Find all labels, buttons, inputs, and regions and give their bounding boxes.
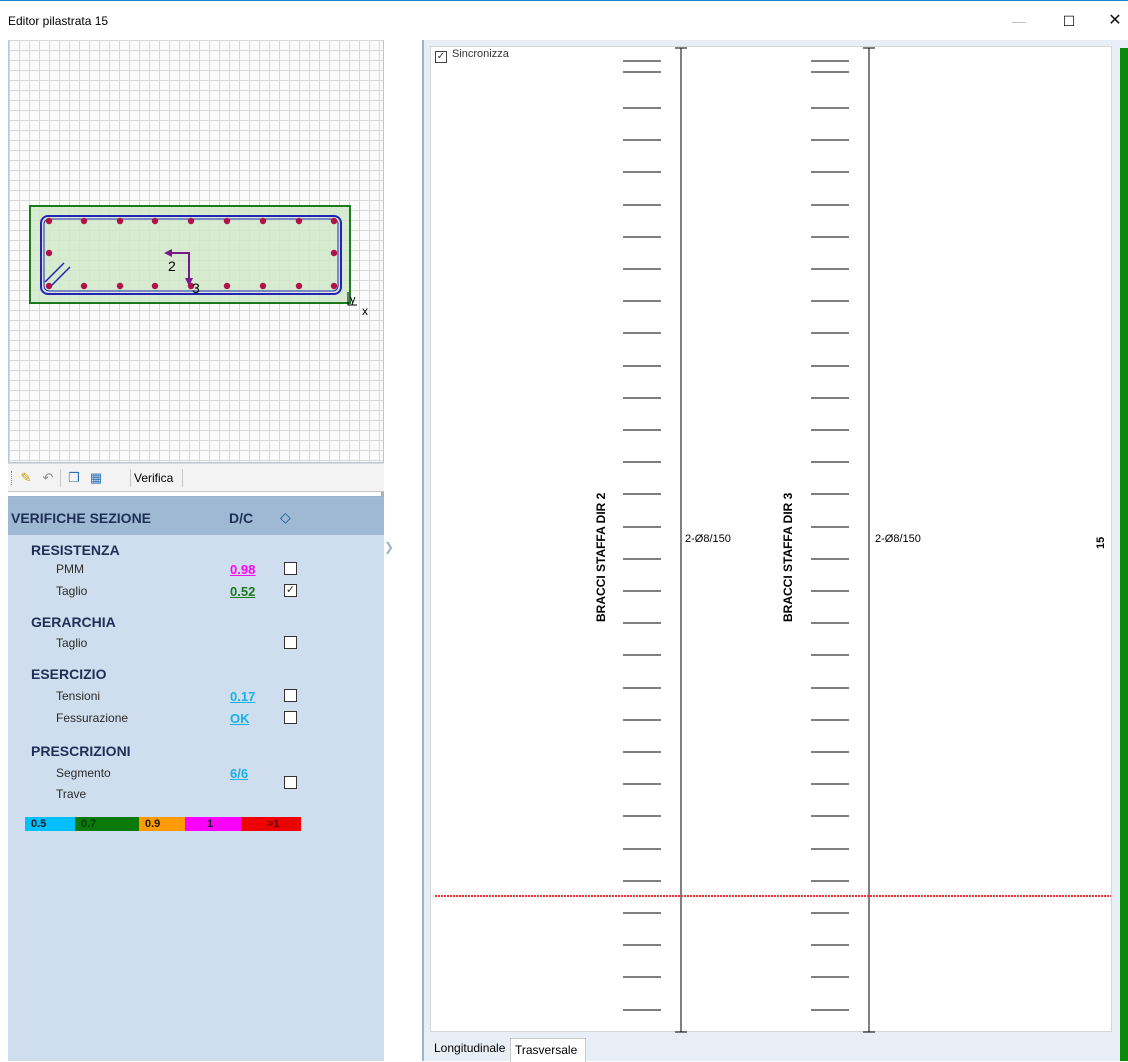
rebar-dot (223, 217, 231, 225)
visibility-checkbox-pmm[interactable] (284, 562, 297, 575)
visibility-checkbox-fessurazione[interactable] (284, 711, 297, 724)
row-label-trave: Trave (56, 787, 87, 801)
tab-trasversale[interactable]: Trasversale (510, 1038, 586, 1062)
group-gerarchia: GERARCHIA (31, 614, 116, 630)
axis-y-label: y (350, 294, 356, 306)
toolbar-separator (60, 469, 61, 487)
dc-value-tensioni[interactable]: 0.17 (230, 689, 255, 704)
rebar-dot (116, 282, 124, 290)
legend-swatch: 0.9 (139, 817, 185, 831)
sync-label: Sincronizza (452, 48, 509, 60)
rebar-dot (80, 282, 88, 290)
axis-2-label: 2 (168, 258, 176, 274)
row-label-pmm: PMM (56, 562, 84, 576)
section-drawing: 2 3 y x (29, 205, 368, 318)
eye-icon[interactable]: ◇ (280, 509, 291, 526)
checks-title: VERIFICHE SEZIONE (11, 510, 152, 526)
status-bar-green (1120, 48, 1128, 1061)
visibility-checkbox-taglio[interactable]: ✓ (284, 584, 297, 597)
dc-value-segmento[interactable]: 6/6 (230, 766, 248, 781)
tab-longitudinale[interactable]: Longitudinale (430, 1037, 508, 1061)
verifica-button[interactable]: Verifica (134, 471, 173, 485)
rebar-dot (330, 282, 338, 290)
window-title: Editor pilastrata 15 (8, 14, 109, 28)
dc-column-label: D/C (229, 510, 254, 526)
rebar-dot (151, 282, 159, 290)
rebar-dot (116, 217, 124, 225)
legend-swatch: 1 (185, 817, 241, 831)
section-toolbar: ✎ ↶ ❐ ▦ Verifica (8, 463, 384, 492)
right-panel: ✓ Sincronizza BRACCI STAFFA DIR 2 BRACCI … (422, 40, 1128, 1062)
close-button[interactable]: ✕ (1100, 9, 1128, 33)
edit-icon[interactable]: ✎ (18, 470, 34, 486)
visibility-checkbox-prescrizioni[interactable] (284, 776, 297, 789)
dc-color-legend: 0.5 0.7 0.9 1 >1 (25, 817, 301, 831)
sync-check-icon[interactable]: ✓ (435, 51, 447, 63)
rebar-dot (223, 282, 231, 290)
checks-header: VERIFICHE SEZIONE D/C ◇ (8, 497, 384, 535)
rebar-dot (295, 282, 303, 290)
row-label-tensioni: Tensioni (56, 689, 101, 703)
legend-swatch: 0.5 (25, 817, 75, 831)
rebar-dot (45, 249, 53, 257)
rebar-dot (330, 217, 338, 225)
maximize-button[interactable]: ☐ (1054, 9, 1084, 33)
rebar-dot (45, 282, 53, 290)
toolbar-separator (130, 469, 131, 487)
visibility-checkbox-gerarchia-taglio[interactable] (284, 636, 297, 649)
sync-checkbox[interactable]: ✓ Sincronizza (435, 48, 509, 63)
rebar-dot (45, 217, 53, 225)
row-label-taglio: Taglio (56, 584, 88, 598)
axis-3-label: 3 (192, 280, 200, 296)
rebar-dot (151, 217, 159, 225)
group-esercizio: ESERCIZIO (31, 666, 107, 682)
section-view[interactable]: 2 3 y x (8, 40, 384, 463)
visibility-checkbox-tensioni[interactable] (284, 689, 297, 702)
group-prescrizioni: PRESCRIZIONI (31, 743, 131, 759)
dc-value-fessurazione[interactable]: OK (230, 711, 250, 726)
table-icon[interactable]: ▦ (88, 470, 104, 486)
stirrup-drawing[interactable]: ✓ Sincronizza BRACCI STAFFA DIR 2 BRACCI … (430, 46, 1112, 1033)
stirrup-lines (435, 47, 1111, 1033)
row-label-gerarchia-taglio: Taglio (56, 636, 88, 650)
legend-swatch: >1 (241, 817, 301, 831)
stirrup-group (623, 60, 849, 1011)
stirrup-spacing-1: 2-Ø8/150 (685, 533, 731, 545)
rebar-dot (187, 217, 195, 225)
toolbar-grip[interactable] (11, 471, 13, 485)
axis-x-label: x (362, 304, 368, 318)
rebar-dot (259, 217, 267, 225)
row-label-fessurazione: Fessurazione (56, 711, 129, 725)
copy-icon[interactable]: ❐ (66, 470, 82, 486)
column2-label: BRACCI STAFFA DIR 3 (781, 492, 795, 622)
rebar-dot (80, 217, 88, 225)
left-panel: 2 3 y x ✎ ↶ ❐ ▦ Verifica VERIFICHE SEZIO… (8, 40, 384, 1061)
undo-icon[interactable]: ↶ (40, 470, 56, 486)
stirrup-spacing-2: 2-Ø8/150 (875, 533, 921, 545)
dc-value-taglio[interactable]: 0.52 (230, 584, 255, 599)
level-label: 15 (1095, 536, 1107, 549)
rebar-dot (295, 217, 303, 225)
rebar-dot (330, 249, 338, 257)
toolbar-separator (182, 469, 183, 487)
group-resistenza: RESISTENZA (31, 542, 120, 558)
row-label-segmento: Segmento (56, 766, 111, 780)
splitter-handle[interactable]: ❯ (384, 540, 396, 570)
legend-swatch: 0.7 (75, 817, 139, 831)
dc-value-pmm[interactable]: 0.98 (230, 562, 255, 577)
rebar-dot (259, 282, 267, 290)
column1-label: BRACCI STAFFA DIR 2 (594, 492, 608, 622)
checks-panel: VERIFICHE SEZIONE D/C ◇ RESISTENZA PMM 0… (8, 496, 384, 1061)
title-bar: Editor pilastrata 15 — ☐ ✕ (0, 0, 1128, 40)
minimize-button[interactable]: — (1004, 9, 1034, 33)
